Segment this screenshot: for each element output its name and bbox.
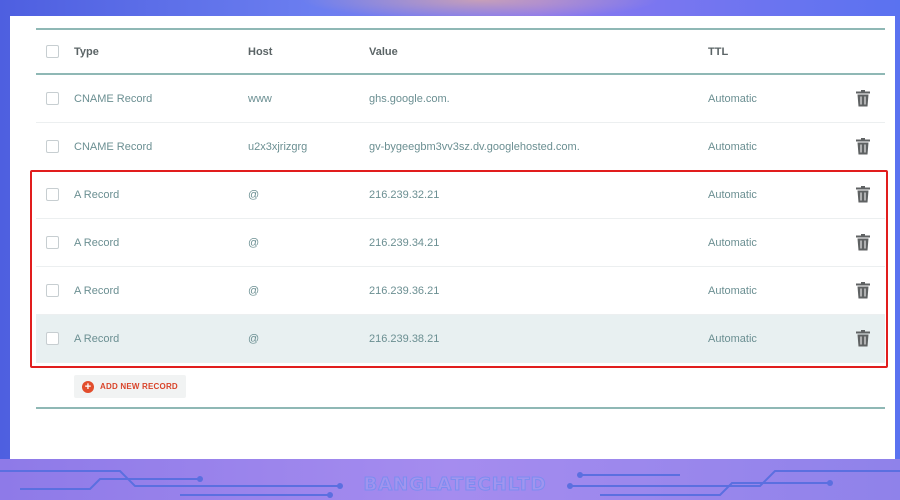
footer-banner: BANGLATECHLTD: [0, 459, 900, 500]
table-header-row: Type Host Value TTL: [36, 30, 885, 73]
watermark-logo: BANGLATECHLTD: [363, 474, 547, 496]
header-host: Host: [248, 45, 273, 58]
header-type: Type: [74, 45, 99, 58]
record-type: CNAME Record: [74, 140, 153, 153]
header-ttl: TTL: [708, 45, 729, 58]
record-ttl: Automatic: [708, 140, 757, 153]
record-value: ghs.google.com.: [369, 92, 450, 105]
record-value: gv-bygeegbm3vv3sz.dv.googlehosted.com.: [369, 140, 580, 153]
row-checkbox[interactable]: [46, 140, 59, 153]
record-host: www: [248, 92, 272, 105]
trash-icon[interactable]: [856, 138, 870, 155]
row-checkbox[interactable]: [46, 92, 59, 105]
trash-icon[interactable]: [856, 90, 870, 107]
record-type: CNAME Record: [74, 92, 153, 105]
add-new-record-label: ADD NEW RECORD: [100, 382, 178, 391]
record-ttl: Automatic: [708, 92, 757, 105]
select-all-checkbox[interactable]: [46, 45, 59, 58]
add-new-record-button[interactable]: + ADD NEW RECORD: [74, 375, 186, 398]
table-row: CNAME Record u2x3xjrizgrg gv-bygeegbm3vv…: [36, 123, 885, 171]
a-records-highlight-box: [30, 170, 888, 368]
plus-circle-icon: +: [82, 380, 94, 393]
header-value: Value: [369, 45, 398, 58]
table-bottom-rule: [36, 407, 885, 409]
record-host: u2x3xjrizgrg: [248, 140, 308, 153]
table-row: CNAME Record www ghs.google.com. Automat…: [36, 75, 885, 123]
